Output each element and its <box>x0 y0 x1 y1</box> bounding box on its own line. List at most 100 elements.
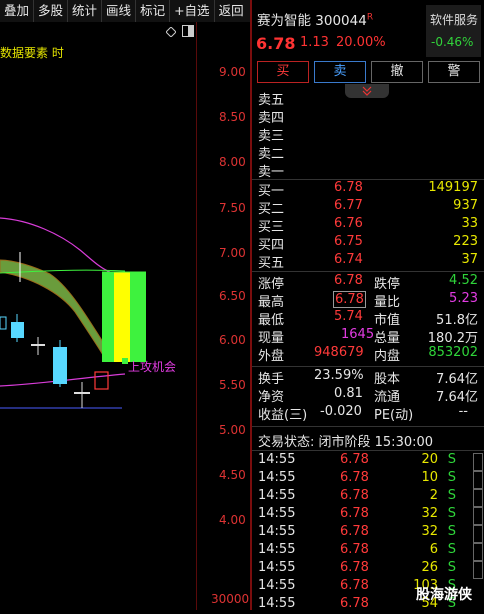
toolbar-overlay-button[interactable]: 叠加 <box>0 0 35 22</box>
ask-row-2: 卖二 <box>256 143 482 162</box>
limit-down-value: 4.52 <box>449 273 478 288</box>
sector-name[interactable]: 软件服务 <box>430 11 478 28</box>
separator <box>252 450 484 451</box>
trade-time: 14:55 <box>258 506 296 521</box>
trade-volume: 32 <box>421 506 438 521</box>
watermark: 股海游侠 <box>416 587 472 603</box>
toolbar-stats-button[interactable]: 统计 <box>68 0 103 22</box>
bid-row-2[interactable]: 买二 6.77 937 <box>256 198 482 217</box>
bid-volume: 937 <box>453 198 478 213</box>
ask-row-5: 卖五 <box>256 89 482 108</box>
buy-button[interactable]: 买 <box>257 61 309 83</box>
price-tick: 7.50 <box>219 201 246 215</box>
margin-badge: R <box>366 12 374 23</box>
last-price: 6.78 <box>256 34 296 53</box>
bid-label: 买四 <box>258 238 285 253</box>
scroll-box[interactable] <box>473 453 483 471</box>
trade-time: 14:55 <box>258 596 296 611</box>
candle <box>74 392 90 394</box>
trade-price: 6.78 <box>340 506 369 521</box>
stat-key: 流通 <box>374 390 401 405</box>
volume-tick: 30000 <box>211 592 250 606</box>
trade-price: 6.78 <box>340 470 369 485</box>
bid-price: 6.78 <box>334 180 363 195</box>
trade-row: 14:55 6.78 20 S <box>256 452 482 470</box>
bid-row-1[interactable]: 买一 6.78 149197 <box>256 180 482 199</box>
total-volume-value: 180.2万 <box>427 331 478 346</box>
trade-time: 14:55 <box>258 560 296 575</box>
chart-annotation: 上攻机会 <box>128 360 177 374</box>
candle <box>0 316 7 330</box>
price-tick: 4.50 <box>219 468 246 482</box>
scroll-box[interactable] <box>473 489 483 507</box>
stat-key: PE(动) <box>374 408 414 423</box>
toolbar-draw-line-button[interactable]: 画线 <box>102 0 137 22</box>
bid-volume: 37 <box>461 252 478 267</box>
cancel-order-button[interactable]: 撤 <box>371 61 423 83</box>
scroll-box[interactable] <box>473 507 483 525</box>
pe-value: -- <box>458 404 468 419</box>
eps-value: -0.020 <box>320 404 362 419</box>
trade-time: 14:55 <box>258 542 296 557</box>
separator <box>252 271 484 272</box>
bid-label: 买二 <box>258 202 285 217</box>
trade-price: 6.78 <box>340 560 369 575</box>
trade-volume: 32 <box>421 524 438 539</box>
share-capital-value: 7.64亿 <box>436 372 478 387</box>
stock-name-code: 赛为智能 300044 <box>257 13 367 29</box>
bid-price: 6.75 <box>334 234 363 249</box>
stat-key: 量比 <box>374 295 401 310</box>
stat-row: 现量 1645 总量 180.2万 <box>256 327 482 346</box>
trade-side: S <box>447 470 456 485</box>
limit-up-value: 6.78 <box>334 273 363 288</box>
candle <box>31 344 45 346</box>
trade-side: S <box>447 452 456 467</box>
stat-key: 市值 <box>374 313 401 328</box>
high-value: 6.78 <box>333 291 366 308</box>
price-tick: 9.00 <box>219 65 246 79</box>
toolbar-mark-button[interactable]: 标记 <box>136 0 171 22</box>
candlestick-chart[interactable] <box>0 22 196 582</box>
price-tick: 7.00 <box>219 246 246 260</box>
bid-row-5[interactable]: 买五 6.74 37 <box>256 252 482 271</box>
float-shares-value: 7.64亿 <box>436 390 478 405</box>
candle <box>53 347 67 384</box>
stat-row: 收益(三) -0.020 PE(动) -- <box>256 404 482 423</box>
scroll-box[interactable] <box>473 543 483 561</box>
trade-status-text: 交易状态: 闭市阶段 15:30:00 <box>258 435 434 450</box>
sell-button[interactable]: 卖 <box>314 61 366 83</box>
scroll-box[interactable] <box>473 525 483 543</box>
limit-bar-yellow <box>114 272 130 362</box>
ma-band <box>0 259 104 357</box>
stat-key: 最低 <box>258 313 285 328</box>
trade-side: S <box>447 506 456 521</box>
scroll-box[interactable] <box>473 561 483 579</box>
scroll-box[interactable] <box>473 471 483 489</box>
price-tick: 8.00 <box>219 155 246 169</box>
ask-label: 卖五 <box>258 93 285 108</box>
toolbar-back-button[interactable]: 返回 <box>215 0 248 22</box>
stat-key: 股本 <box>374 372 401 387</box>
toolbar-multi-stock-button[interactable]: 多股 <box>34 0 69 22</box>
candle-up <box>94 371 109 390</box>
trade-time: 14:55 <box>258 488 296 503</box>
current-volume-value: 1645 <box>341 327 375 342</box>
bid-row-4[interactable]: 买四 6.75 223 <box>256 234 482 253</box>
stat-key: 涨停 <box>258 277 285 292</box>
toolbar-add-watchlist-button[interactable]: +自选 <box>170 0 215 22</box>
ask-label: 卖一 <box>258 165 285 180</box>
bid-row-3[interactable]: 买三 6.76 33 <box>256 216 482 235</box>
trade-row: 14:55 6.78 32 S <box>256 524 482 542</box>
limit-bar-green <box>102 272 114 362</box>
price-tick: 6.00 <box>219 333 246 347</box>
stat-row: 换手 23.59% 股本 7.64亿 <box>256 368 482 387</box>
stat-key: 收益(三) <box>258 408 308 423</box>
net-asset-value: 0.81 <box>334 386 363 401</box>
trade-volume: 2 <box>429 488 438 503</box>
trade-price: 6.78 <box>340 452 369 467</box>
alert-button[interactable]: 警 <box>428 61 480 83</box>
bid-price: 6.74 <box>334 252 363 267</box>
price-tick: 6.50 <box>219 289 246 303</box>
price-change: 1.13 <box>300 35 329 50</box>
trade-price: 6.78 <box>340 542 369 557</box>
